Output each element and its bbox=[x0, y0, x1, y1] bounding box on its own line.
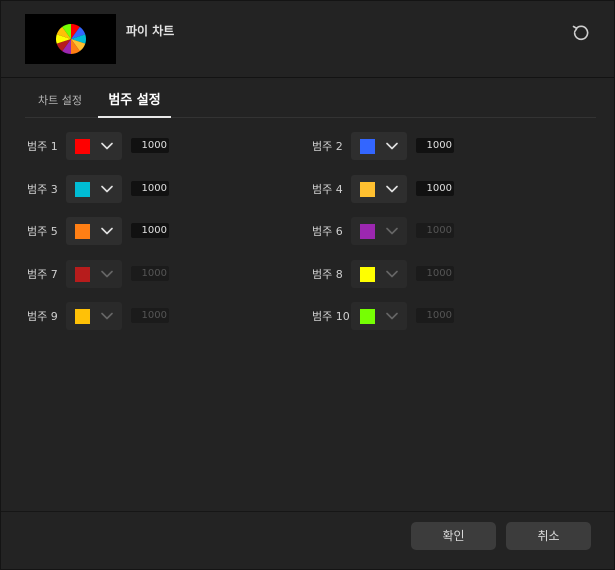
color-dropdown[interactable] bbox=[66, 174, 122, 203]
legend-label: 범주 7 bbox=[27, 267, 58, 281]
value-input[interactable]: 1000 bbox=[416, 180, 454, 196]
legend-label: 범주 2 bbox=[312, 140, 343, 153]
color-dropdown[interactable] bbox=[66, 259, 122, 288]
color-dropdown[interactable] bbox=[66, 217, 122, 245]
chevron-down-icon bbox=[101, 142, 113, 150]
settings-tabs: 차트 설정 범주 설정 bbox=[25, 87, 596, 118]
chevron-down-icon bbox=[101, 312, 113, 320]
color-swatch bbox=[360, 266, 375, 282]
chart-type-title: 파이 차트 bbox=[126, 24, 175, 38]
color-dropdown[interactable] bbox=[66, 302, 122, 330]
value-input[interactable]: 1000 bbox=[131, 223, 169, 238]
tab-chart-settings[interactable]: 차트 설정 bbox=[38, 87, 82, 118]
color-swatch bbox=[360, 224, 375, 239]
value-input[interactable]: 1000 bbox=[416, 308, 454, 323]
ok-button[interactable]: 확인 bbox=[411, 522, 496, 550]
pie-chart-preview bbox=[55, 23, 87, 54]
legend-label: 범주 6 bbox=[312, 225, 343, 238]
color-swatch bbox=[360, 181, 375, 197]
color-swatch bbox=[360, 139, 375, 154]
value-input[interactable]: 1000 bbox=[131, 308, 169, 323]
reset-icon[interactable] bbox=[570, 22, 592, 44]
color-dropdown[interactable] bbox=[66, 132, 122, 160]
dialog-header: 파이 차트 bbox=[1, 1, 614, 78]
color-dropdown[interactable] bbox=[351, 174, 407, 203]
color-dropdown[interactable] bbox=[351, 259, 407, 288]
chevron-down-icon bbox=[386, 227, 398, 235]
legend-label: 범주 8 bbox=[312, 267, 343, 281]
legend-label: 범주 3 bbox=[27, 182, 58, 196]
color-swatch bbox=[75, 309, 90, 324]
pie-chart-settings-dialog: 파이 차트 차트 설정 범주 설정 범주 1 1000 범주 2 1000 범주 3 10… bbox=[0, 0, 615, 570]
value-input[interactable]: 1000 bbox=[131, 138, 169, 153]
color-swatch bbox=[75, 224, 90, 239]
chevron-down-icon bbox=[386, 270, 398, 277]
chevron-down-icon bbox=[386, 312, 398, 320]
chart-preview-thumbnail bbox=[25, 14, 116, 64]
color-dropdown[interactable] bbox=[351, 217, 407, 245]
value-input[interactable]: 1000 bbox=[131, 265, 169, 281]
chevron-down-icon bbox=[386, 142, 398, 150]
value-input[interactable]: 1000 bbox=[131, 180, 169, 196]
color-swatch bbox=[75, 266, 90, 282]
value-input[interactable]: 1000 bbox=[416, 223, 454, 238]
color-dropdown[interactable] bbox=[351, 132, 407, 160]
color-swatch bbox=[75, 181, 90, 197]
color-swatch bbox=[360, 309, 375, 324]
legend-label: 범주 4 bbox=[312, 182, 343, 196]
legend-label: 범주 9 bbox=[27, 310, 58, 323]
tab-legend-settings[interactable]: 범주 설정 bbox=[98, 87, 171, 118]
legend-label: 범주 5 bbox=[27, 225, 58, 238]
footer-divider bbox=[1, 511, 614, 512]
value-input[interactable]: 1000 bbox=[416, 265, 454, 281]
color-dropdown[interactable] bbox=[351, 302, 407, 330]
chevron-down-icon bbox=[101, 270, 113, 277]
legend-label: 범주 1 bbox=[27, 140, 58, 153]
chevron-down-icon bbox=[386, 185, 398, 192]
color-swatch bbox=[75, 139, 90, 154]
chevron-down-icon bbox=[101, 185, 113, 192]
cancel-button[interactable]: 취소 bbox=[506, 522, 591, 550]
chevron-down-icon bbox=[101, 227, 113, 235]
value-input[interactable]: 1000 bbox=[416, 138, 454, 153]
legend-label: 범주 10 bbox=[312, 310, 350, 323]
